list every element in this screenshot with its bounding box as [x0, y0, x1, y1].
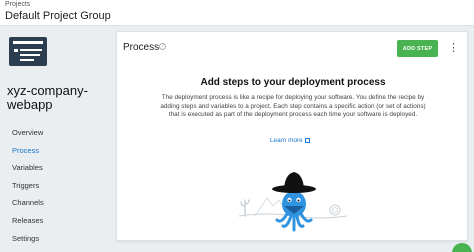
project-logo-icon: [9, 37, 47, 66]
add-step-button[interactable]: ADD STEP: [397, 40, 438, 57]
empty-state-heading: Add steps to your deployment process: [200, 77, 386, 88]
sidebar-item-releases[interactable]: Releases: [12, 216, 44, 234]
sidebar-item-process[interactable]: Process: [12, 146, 44, 164]
sidebar-item-triggers[interactable]: Triggers: [12, 181, 44, 199]
empty-state-description: The deployment process is like a recipe …: [160, 94, 426, 118]
question-circle-icon[interactable]: ?: [159, 43, 166, 50]
octopus-cowboy-illustration: [238, 172, 348, 232]
learn-more-label: Learn more: [270, 137, 303, 144]
project-group-title: Default Project Group: [5, 10, 111, 22]
learn-more-link[interactable]: Learn more: [270, 137, 310, 144]
sidebar-item-variables[interactable]: Variables: [12, 163, 44, 181]
external-link-icon: [304, 138, 310, 143]
top-bar: Projects Default Project Group: [0, 0, 474, 26]
vertical-ellipsis-icon[interactable]: ⋮: [448, 42, 459, 56]
floating-action-button[interactable]: [452, 243, 472, 252]
panel-title: Process: [123, 42, 160, 53]
process-panel: Process ? ADD STEP ⋮ Add steps to your d…: [116, 31, 468, 241]
breadcrumb[interactable]: Projects: [5, 1, 30, 8]
sidebar-item-channels[interactable]: Channels: [12, 198, 44, 216]
sidebar-item-settings[interactable]: Settings: [12, 234, 44, 252]
sidebar-item-overview[interactable]: Overview: [12, 128, 44, 146]
project-name: xyz-company-webapp: [7, 83, 88, 112]
sidebar: xyz-company-webapp Overview Process Vari…: [0, 27, 112, 252]
project-nav: Overview Process Variables Triggers Chan…: [12, 128, 44, 251]
